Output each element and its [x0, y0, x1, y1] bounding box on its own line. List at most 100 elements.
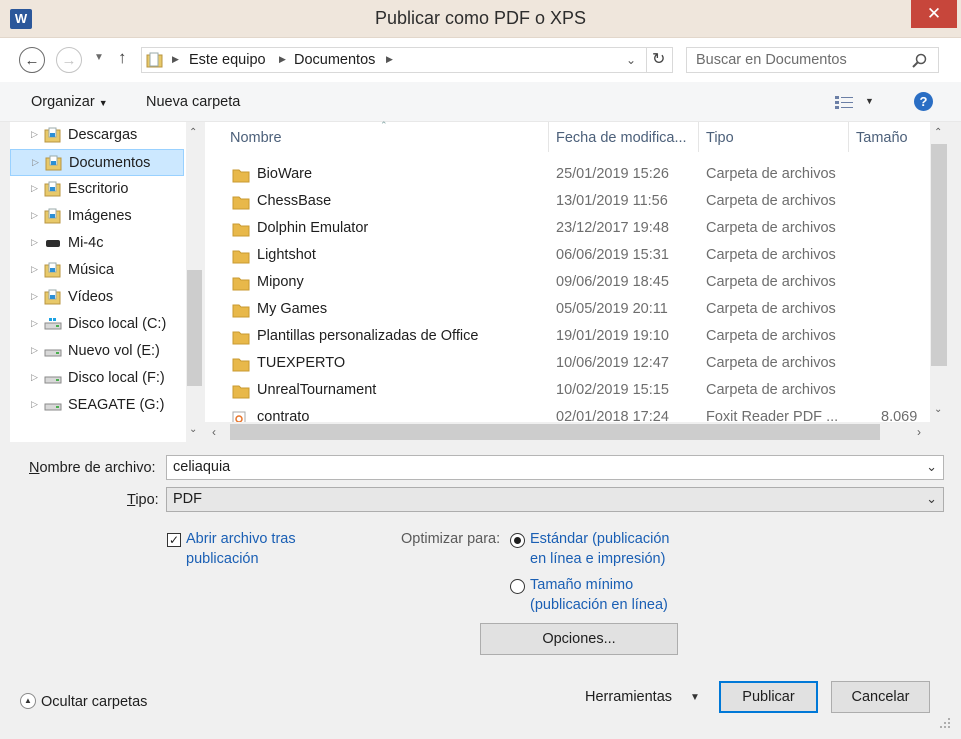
nav-item-label: Escritorio: [68, 181, 129, 197]
search-input[interactable]: Buscar en Documentos: [686, 47, 939, 73]
column-header-size[interactable]: Tamaño: [856, 130, 908, 146]
search-icon[interactable]: [912, 53, 928, 69]
breadcrumb-documentos[interactable]: Documentos: [294, 52, 375, 68]
file-row[interactable]: UnrealTournament 10/02/2019 15:15 Carpeta …: [205, 378, 930, 405]
open-after-publish-checkbox[interactable]: ✓: [167, 533, 181, 547]
options-button[interactable]: Opciones...: [480, 623, 678, 655]
scrollbar-thumb[interactable]: [230, 424, 880, 440]
scroll-down-arrow-icon[interactable]: ⌄: [934, 404, 942, 415]
pdf-file-icon: [232, 411, 250, 422]
file-row[interactable]: My Games 05/05/2019 20:11 Carpeta de archi…: [205, 297, 930, 324]
resize-grip-icon[interactable]: [938, 716, 952, 730]
nav-item-vídeos[interactable]: ▷ Vídeos: [10, 284, 184, 311]
scroll-up-arrow-icon[interactable]: ⌃: [934, 127, 942, 138]
nav-item-disco-local-f[interactable]: ▷ Disco local (F:): [10, 365, 184, 392]
minimum-size-radio[interactable]: [510, 579, 525, 594]
recent-locations-chevron-icon[interactable]: ▼: [94, 52, 104, 63]
filename-label: Nombre de archivo:: [29, 460, 156, 476]
nav-item-disco-local-c[interactable]: ▷ Disco local (C:): [10, 311, 184, 338]
forward-arrow-icon[interactable]: →: [56, 47, 82, 73]
nav-item-documentos[interactable]: ▷ Documentos: [10, 149, 184, 176]
expand-chevron-icon[interactable]: ▷: [31, 318, 38, 329]
up-arrow-icon[interactable]: ↑: [118, 48, 127, 68]
tools-menu[interactable]: Herramientas: [585, 689, 672, 705]
scroll-up-arrow-icon[interactable]: ⌃: [189, 127, 197, 138]
filename-dropdown-chevron-icon[interactable]: ⌄: [926, 459, 937, 475]
close-button[interactable]: ✕: [911, 0, 957, 28]
address-dropdown-chevron-icon[interactable]: ⌄: [626, 53, 636, 67]
expand-chevron-icon[interactable]: ▷: [31, 210, 38, 221]
nav-item-mi-4c[interactable]: ▷ Mi-4c: [10, 230, 184, 257]
column-header-type[interactable]: Tipo: [706, 130, 734, 146]
scroll-right-arrow-icon[interactable]: ›: [917, 425, 921, 439]
desktop-folder-icon: [44, 181, 62, 197]
scroll-down-arrow-icon[interactable]: ⌄: [189, 424, 197, 435]
file-row[interactable]: Plantillas personalizadas de Office 19/01…: [205, 324, 930, 351]
standard-option-label[interactable]: Estándar (publicación en línea e impresió…: [530, 529, 669, 569]
scrollbar-thumb[interactable]: [187, 270, 202, 386]
tools-dropdown-chevron-icon[interactable]: ▼: [690, 692, 700, 703]
file-row[interactable]: Dolphin Emulator 23/12/2017 19:48 Carpeta …: [205, 216, 930, 243]
pictures-folder-icon: [44, 208, 62, 224]
file-row[interactable]: Mipony 09/06/2019 18:45 Carpeta de archivo…: [205, 270, 930, 297]
file-row[interactable]: Lightshot 06/06/2019 15:31 Carpeta de arch…: [205, 243, 930, 270]
expand-chevron-icon[interactable]: ▷: [31, 264, 38, 275]
file-list-horizontal-scrollbar[interactable]: ‹ ›: [205, 422, 930, 442]
file-date: 10/06/2019 12:47: [556, 355, 669, 371]
minimum-size-option-label[interactable]: Tamaño mínimo (publicación en línea): [530, 575, 668, 615]
nav-item-imágenes[interactable]: ▷ Imágenes: [10, 203, 184, 230]
expand-chevron-icon[interactable]: ▷: [31, 345, 38, 356]
type-dropdown-chevron-icon[interactable]: ⌄: [926, 491, 937, 507]
file-name: UnrealTournament: [257, 382, 377, 398]
scrollbar-thumb[interactable]: [931, 144, 947, 366]
view-dropdown-chevron-icon[interactable]: ▼: [865, 96, 874, 106]
file-row[interactable]: TUEXPERTO 10/06/2019 12:47 Carpeta de arch…: [205, 351, 930, 378]
help-icon[interactable]: ?: [914, 92, 933, 111]
expand-chevron-icon[interactable]: ▷: [31, 129, 38, 140]
breadcrumb-separator-icon[interactable]: ▶: [386, 54, 393, 65]
breadcrumb-este-equipo[interactable]: Este equipo: [189, 52, 266, 68]
file-type: Carpeta de archivos: [706, 382, 836, 398]
nav-item-label: Vídeos: [68, 289, 114, 305]
file-row[interactable]: BioWare 25/01/2019 15:26 Carpeta de archiv…: [205, 162, 930, 189]
expand-chevron-icon[interactable]: ▷: [31, 399, 38, 410]
nav-item-descargas[interactable]: ▷ Descargas: [10, 122, 184, 149]
organize-menu[interactable]: Organizar ▼: [31, 94, 108, 110]
file-date: 02/01/2018 17:24: [556, 409, 669, 422]
expand-chevron-icon[interactable]: ▷: [32, 157, 39, 168]
file-list-vertical-scrollbar[interactable]: ⌃ ⌄: [930, 122, 948, 422]
refresh-icon[interactable]: ↻: [652, 49, 665, 69]
new-folder-button[interactable]: Nueva carpeta: [146, 94, 240, 110]
nav-item-label: Descargas: [68, 127, 138, 143]
expand-chevron-icon[interactable]: ▷: [31, 183, 38, 194]
file-row[interactable]: ChessBase 13/01/2019 11:56 Carpeta de arch…: [205, 189, 930, 216]
nav-item-música[interactable]: ▷ Música: [10, 257, 184, 284]
file-type: Carpeta de archivos: [706, 247, 836, 263]
column-header-date[interactable]: Fecha de modifica...: [556, 130, 687, 146]
expand-chevron-icon[interactable]: ▷: [31, 237, 38, 248]
file-date: 25/01/2019 15:26: [556, 166, 669, 182]
file-row[interactable]: contrato 02/01/2018 17:24 Foxit Reader PDF…: [205, 405, 930, 422]
nav-item-nuevo-vol-e[interactable]: ▷ Nuevo vol (E:): [10, 338, 184, 365]
scroll-left-arrow-icon[interactable]: ‹: [212, 425, 216, 439]
file-date: 09/06/2019 18:45: [556, 274, 669, 290]
open-after-publish-label[interactable]: Abrir archivo tras publicación: [186, 529, 296, 569]
navigation-pane-scrollbar[interactable]: ⌃ ⌄: [186, 122, 203, 442]
address-bar[interactable]: ▶ Este equipo ▶ Documentos ▶ ⌄ ↻: [141, 47, 673, 73]
cancel-button[interactable]: Cancelar: [831, 681, 930, 713]
view-options-icon[interactable]: [834, 94, 854, 110]
publish-button[interactable]: Publicar: [719, 681, 818, 713]
column-header-name[interactable]: Nombre: [230, 130, 282, 146]
hide-folders-button[interactable]: Ocultar carpetas: [41, 694, 147, 710]
nav-item-seagate-g[interactable]: ▷ SEAGATE (G:): [10, 392, 184, 419]
type-select[interactable]: PDF ⌄: [166, 487, 944, 512]
back-arrow-icon[interactable]: ←: [19, 47, 45, 73]
standard-radio[interactable]: [510, 533, 525, 548]
filename-field[interactable]: celiaquia ⌄: [166, 455, 944, 480]
collapse-up-icon[interactable]: ▲: [20, 693, 36, 709]
expand-chevron-icon[interactable]: ▷: [31, 291, 38, 302]
type-label: Tipo:: [127, 492, 159, 508]
drive-icon: [44, 370, 62, 386]
nav-item-escritorio[interactable]: ▷ Escritorio: [10, 176, 184, 203]
expand-chevron-icon[interactable]: ▷: [31, 372, 38, 383]
